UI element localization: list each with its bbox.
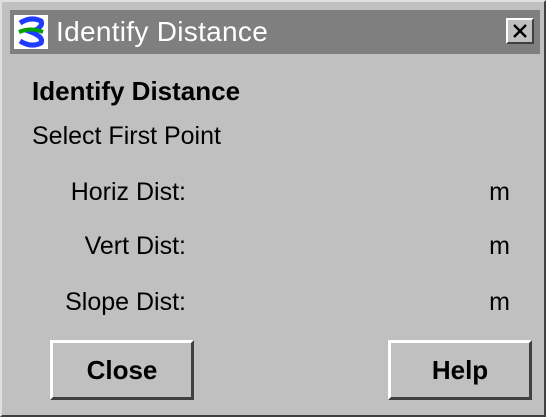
vert-dist-label: Vert Dist: (84, 232, 186, 260)
close-button[interactable]: Close (50, 340, 194, 400)
help-button[interactable]: Help (388, 340, 532, 400)
identify-distance-dialog: Identify Distance Identify Distance Sele… (0, 0, 546, 417)
dialog-content: Identify Distance Select First Point Hor… (10, 54, 540, 410)
close-icon (513, 24, 527, 38)
slope-dist-unit: m (489, 288, 510, 316)
window-title: Identify Distance (56, 16, 269, 47)
panel-heading: Identify Distance (32, 76, 241, 106)
vert-dist-unit: m (489, 232, 510, 260)
horiz-dist-label: Horiz Dist: (70, 178, 186, 206)
app-logo-icon (14, 15, 48, 49)
horiz-dist-unit: m (489, 178, 510, 206)
status-text: Select First Point (32, 122, 221, 150)
close-window-button[interactable] (506, 18, 534, 44)
title-bar[interactable]: Identify Distance (10, 10, 540, 54)
slope-dist-label: Slope Dist: (65, 288, 186, 316)
